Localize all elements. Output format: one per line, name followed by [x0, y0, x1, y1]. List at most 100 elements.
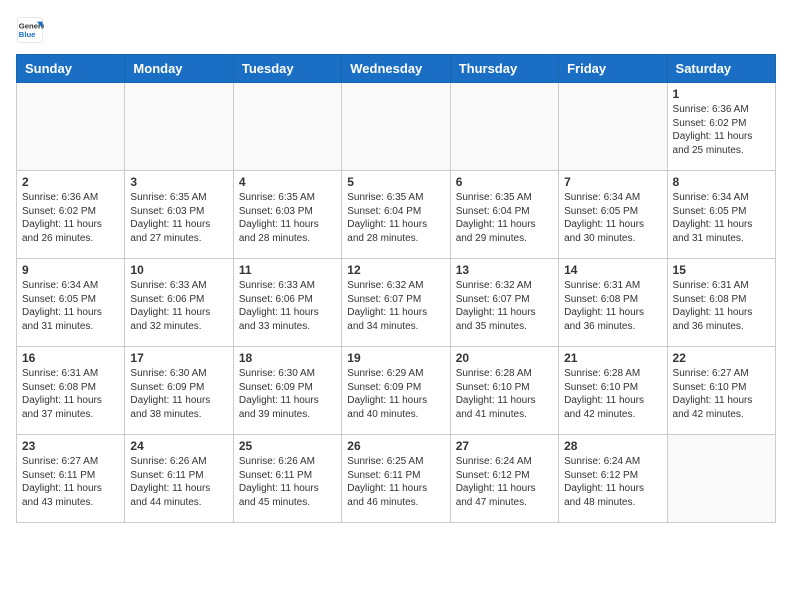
calendar-cell: 11 Sunrise: 6:33 AM Sunset: 6:06 PM Dayli…: [233, 259, 341, 347]
day-number: 24: [130, 439, 227, 453]
day-info: Sunrise: 6:34 AM Sunset: 6:05 PM Dayligh…: [673, 191, 770, 245]
day-number: 28: [564, 439, 661, 453]
day-info: Sunrise: 6:32 AM Sunset: 6:07 PM Dayligh…: [347, 279, 444, 333]
calendar-cell: 25 Sunrise: 6:26 AM Sunset: 6:11 PM Dayli…: [233, 435, 341, 523]
calendar-cell: 15Sunrise: 6:31 AM Sunset: 6:08 PM Dayli…: [667, 259, 775, 347]
day-number: 6: [456, 175, 553, 189]
day-number: 11: [239, 263, 336, 277]
day-info: Sunrise: 6:30 AM Sunset: 6:09 PM Dayligh…: [239, 367, 336, 421]
day-info: Sunrise: 6:29 AM Sunset: 6:09 PM Dayligh…: [347, 367, 444, 421]
calendar-cell: 28 Sunrise: 6:24 AM Sunset: 6:12 PM Dayli…: [559, 435, 667, 523]
day-number: 15: [673, 263, 770, 277]
day-number: 18: [239, 351, 336, 365]
day-info: Sunrise: 6:26 AM Sunset: 6:11 PM Dayligh…: [130, 455, 227, 509]
calendar-cell: [667, 435, 775, 523]
day-info: Sunrise: 6:24 AM Sunset: 6:12 PM Dayligh…: [564, 455, 661, 509]
day-info: Sunrise: 6:27 AM Sunset: 6:10 PM Dayligh…: [673, 367, 770, 421]
day-info: Sunrise: 6:32 AM Sunset: 6:07 PM Dayligh…: [456, 279, 553, 333]
day-number: 7: [564, 175, 661, 189]
day-number: 3: [130, 175, 227, 189]
calendar-cell: 21 Sunrise: 6:28 AM Sunset: 6:10 PM Dayli…: [559, 347, 667, 435]
day-number: 26: [347, 439, 444, 453]
weekday-header: Wednesday: [342, 55, 450, 83]
day-number: 20: [456, 351, 553, 365]
day-info: Sunrise: 6:28 AM Sunset: 6:10 PM Dayligh…: [456, 367, 553, 421]
day-info: Sunrise: 6:24 AM Sunset: 6:12 PM Dayligh…: [456, 455, 553, 509]
weekday-header: Friday: [559, 55, 667, 83]
day-number: 4: [239, 175, 336, 189]
day-number: 2: [22, 175, 119, 189]
day-info: Sunrise: 6:31 AM Sunset: 6:08 PM Dayligh…: [22, 367, 119, 421]
calendar-cell: 9 Sunrise: 6:34 AM Sunset: 6:05 PM Daylig…: [17, 259, 125, 347]
day-info: Sunrise: 6:30 AM Sunset: 6:09 PM Dayligh…: [130, 367, 227, 421]
day-number: 17: [130, 351, 227, 365]
calendar-cell: 19 Sunrise: 6:29 AM Sunset: 6:09 PM Dayli…: [342, 347, 450, 435]
day-info: Sunrise: 6:35 AM Sunset: 6:03 PM Dayligh…: [239, 191, 336, 245]
calendar-cell: 5 Sunrise: 6:35 AM Sunset: 6:04 PM Daylig…: [342, 171, 450, 259]
day-info: Sunrise: 6:35 AM Sunset: 6:04 PM Dayligh…: [456, 191, 553, 245]
calendar-cell: 12Sunrise: 6:32 AM Sunset: 6:07 PM Dayli…: [342, 259, 450, 347]
calendar-cell: [559, 83, 667, 171]
day-info: Sunrise: 6:25 AM Sunset: 6:11 PM Dayligh…: [347, 455, 444, 509]
day-info: Sunrise: 6:28 AM Sunset: 6:10 PM Dayligh…: [564, 367, 661, 421]
day-number: 10: [130, 263, 227, 277]
calendar-cell: [17, 83, 125, 171]
calendar-cell: 7 Sunrise: 6:34 AM Sunset: 6:05 PM Daylig…: [559, 171, 667, 259]
day-info: Sunrise: 6:26 AM Sunset: 6:11 PM Dayligh…: [239, 455, 336, 509]
day-info: Sunrise: 6:33 AM Sunset: 6:06 PM Dayligh…: [130, 279, 227, 333]
day-info: Sunrise: 6:27 AM Sunset: 6:11 PM Dayligh…: [22, 455, 119, 509]
day-number: 8: [673, 175, 770, 189]
day-number: 22: [673, 351, 770, 365]
day-number: 1: [673, 87, 770, 101]
day-info: Sunrise: 6:36 AM Sunset: 6:02 PM Dayligh…: [22, 191, 119, 245]
calendar-cell: 1 Sunrise: 6:36 AM Sunset: 6:02 PM Daylig…: [667, 83, 775, 171]
weekday-header: Thursday: [450, 55, 558, 83]
page-header: General Blue: [16, 16, 776, 44]
calendar-cell: 13 Sunrise: 6:32 AM Sunset: 6:07 PM Dayli…: [450, 259, 558, 347]
weekday-header: Sunday: [17, 55, 125, 83]
calendar-cell: [450, 83, 558, 171]
day-info: Sunrise: 6:31 AM Sunset: 6:08 PM Dayligh…: [564, 279, 661, 333]
day-number: 9: [22, 263, 119, 277]
calendar-cell: 26 Sunrise: 6:25 AM Sunset: 6:11 PM Dayli…: [342, 435, 450, 523]
day-info: Sunrise: 6:35 AM Sunset: 6:04 PM Dayligh…: [347, 191, 444, 245]
day-number: 23: [22, 439, 119, 453]
day-number: 27: [456, 439, 553, 453]
calendar-cell: [125, 83, 233, 171]
day-number: 21: [564, 351, 661, 365]
day-info: Sunrise: 6:34 AM Sunset: 6:05 PM Dayligh…: [22, 279, 119, 333]
calendar-cell: 20 Sunrise: 6:28 AM Sunset: 6:10 PM Dayli…: [450, 347, 558, 435]
calendar-cell: 10 Sunrise: 6:33 AM Sunset: 6:06 PM Dayli…: [125, 259, 233, 347]
calendar-cell: 23 Sunrise: 6:27 AM Sunset: 6:11 PM Dayli…: [17, 435, 125, 523]
day-number: 25: [239, 439, 336, 453]
day-info: Sunrise: 6:36 AM Sunset: 6:02 PM Dayligh…: [673, 103, 770, 157]
day-number: 16: [22, 351, 119, 365]
calendar-header: SundayMondayTuesdayWednesdayThursdayFrid…: [17, 55, 776, 83]
svg-text:Blue: Blue: [19, 30, 36, 39]
calendar-cell: 17 Sunrise: 6:30 AM Sunset: 6:09 PM Dayli…: [125, 347, 233, 435]
day-number: 5: [347, 175, 444, 189]
day-number: 13: [456, 263, 553, 277]
weekday-header: Tuesday: [233, 55, 341, 83]
calendar-cell: 27 Sunrise: 6:24 AM Sunset: 6:12 PM Dayli…: [450, 435, 558, 523]
weekday-header: Monday: [125, 55, 233, 83]
calendar-table: SundayMondayTuesdayWednesdayThursdayFrid…: [16, 54, 776, 523]
calendar-cell: 8 Sunrise: 6:34 AM Sunset: 6:05 PM Daylig…: [667, 171, 775, 259]
calendar-cell: [342, 83, 450, 171]
day-info: Sunrise: 6:33 AM Sunset: 6:06 PM Dayligh…: [239, 279, 336, 333]
calendar-cell: 18 Sunrise: 6:30 AM Sunset: 6:09 PM Dayli…: [233, 347, 341, 435]
day-info: Sunrise: 6:35 AM Sunset: 6:03 PM Dayligh…: [130, 191, 227, 245]
calendar-cell: 6 Sunrise: 6:35 AM Sunset: 6:04 PM Daylig…: [450, 171, 558, 259]
day-number: 14: [564, 263, 661, 277]
day-number: 19: [347, 351, 444, 365]
calendar-cell: 16 Sunrise: 6:31 AM Sunset: 6:08 PM Dayli…: [17, 347, 125, 435]
day-info: Sunrise: 6:34 AM Sunset: 6:05 PM Dayligh…: [564, 191, 661, 245]
logo-icon: General Blue: [16, 16, 44, 44]
calendar-cell: 14 Sunrise: 6:31 AM Sunset: 6:08 PM Dayli…: [559, 259, 667, 347]
weekday-header: Saturday: [667, 55, 775, 83]
calendar-cell: [233, 83, 341, 171]
calendar-cell: 4 Sunrise: 6:35 AM Sunset: 6:03 PM Daylig…: [233, 171, 341, 259]
calendar-cell: 22 Sunrise: 6:27 AM Sunset: 6:10 PM Dayli…: [667, 347, 775, 435]
calendar-cell: 2 Sunrise: 6:36 AM Sunset: 6:02 PM Daylig…: [17, 171, 125, 259]
calendar-cell: 24 Sunrise: 6:26 AM Sunset: 6:11 PM Dayli…: [125, 435, 233, 523]
